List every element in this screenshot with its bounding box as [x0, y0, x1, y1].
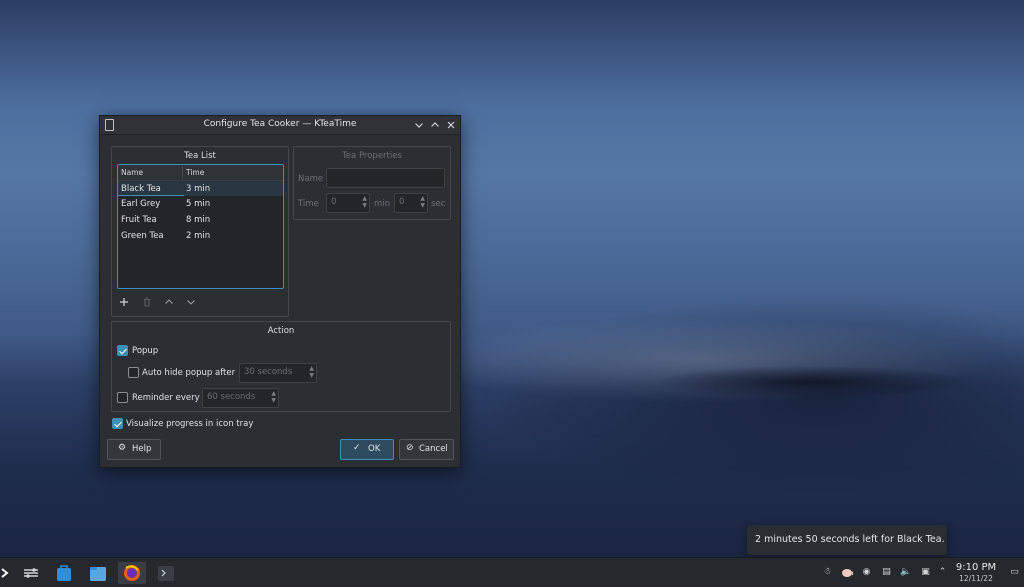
reminder-label[interactable]: Reminder every — [132, 393, 200, 403]
clock-date[interactable]: 12/11/22 — [952, 574, 1000, 583]
show-desktop-icon[interactable]: ▭ — [1009, 567, 1020, 578]
tea-list[interactable]: Name Time Black Tea 3 min Earl Grey 5 mi… — [117, 164, 284, 289]
list-item[interactable]: Earl Grey 5 min — [118, 196, 283, 211]
tray-expand-icon[interactable]: ⌃ — [937, 567, 948, 578]
seconds-value: 0 — [399, 197, 405, 207]
tea-time: 3 min — [186, 184, 211, 194]
spin-arrows-icon[interactable]: ▲ ▼ — [420, 195, 425, 209]
reminder-spinbox[interactable]: 60 seconds ▲ ▼ — [202, 388, 279, 408]
cancel-button[interactable]: ⊘ Cancel — [399, 439, 454, 460]
spin-arrows-icon[interactable]: ▲ ▼ — [309, 365, 314, 379]
chevron-down-icon — [415, 123, 423, 128]
popup-checkbox[interactable] — [117, 345, 128, 356]
notification-popup[interactable]: 2 minutes 50 seconds left for Black Tea. — [747, 525, 947, 555]
tea-time: 8 min — [186, 215, 211, 225]
network-icon[interactable]: ▣ — [920, 567, 931, 578]
name-label: Name — [298, 174, 324, 184]
chevron-up-icon — [165, 299, 173, 304]
title-bar[interactable]: Configure Tea Cooker — KTeaTime — [100, 116, 460, 135]
minutes-value: 0 — [331, 197, 337, 207]
spin-arrows-icon[interactable]: ▲ ▼ — [271, 390, 276, 404]
visualize-progress-checkbox[interactable] — [112, 418, 123, 429]
column-header-name[interactable]: Name — [121, 168, 143, 177]
tea-name: Earl Grey — [121, 199, 161, 209]
checkmark-icon: ✓ — [353, 443, 361, 453]
ktea-tray-icon[interactable] — [841, 567, 854, 578]
auto-hide-label[interactable]: Auto hide popup after — [142, 368, 235, 378]
system-settings-icon[interactable] — [20, 562, 42, 584]
clipboard-icon[interactable]: ◉ — [861, 567, 872, 578]
firefox-icon[interactable] — [118, 562, 146, 584]
tea-time: 5 min — [186, 199, 211, 209]
help-button[interactable]: ⚙ Help — [107, 439, 161, 460]
visualize-progress-label[interactable]: Visualize progress in icon tray — [126, 419, 253, 429]
list-item[interactable]: Green Tea 2 min — [118, 228, 283, 243]
cancel-label: Cancel — [419, 444, 448, 454]
tea-name: Black Tea — [121, 184, 161, 194]
action-title: Action — [267, 326, 295, 336]
ok-button[interactable]: ✓ OK — [340, 439, 394, 460]
add-tea-button[interactable] — [117, 295, 131, 309]
auto-hide-checkbox[interactable] — [128, 367, 139, 378]
trash-icon — [144, 297, 150, 307]
help-icon: ⚙ — [118, 443, 127, 453]
move-up-button[interactable] — [162, 295, 176, 309]
cancel-icon: ⊘ — [406, 443, 414, 453]
taskbar: ☃ ◉ ▤ 🔈 ▣ ⌃ 9:10 PM 12/11/22 ▭ — [0, 557, 1024, 587]
help-label: Help — [132, 444, 152, 454]
tea-time: 2 min — [186, 231, 211, 241]
spin-arrows-icon[interactable]: ▲ ▼ — [362, 195, 367, 209]
close-icon — [447, 121, 455, 129]
volume-icon[interactable]: 🔈 — [900, 567, 911, 578]
list-item[interactable]: Black Tea 3 min — [118, 181, 283, 196]
reminder-checkbox[interactable] — [117, 392, 128, 403]
chevron-up-icon — [431, 122, 439, 127]
app-launcher-icon[interactable] — [0, 562, 10, 584]
maximize-button[interactable] — [428, 118, 442, 132]
notification-text: 2 minutes 50 seconds left for Black Tea. — [755, 534, 945, 545]
window-title: Configure Tea Cooker — KTeaTime — [203, 119, 357, 129]
tea-properties-group: Tea Properties Name Time 0 ▲ ▼ min 0 ▲ ▼ s… — [293, 146, 451, 220]
tea-list-title: Tea List — [184, 151, 216, 161]
move-down-button[interactable] — [184, 295, 198, 309]
terminal-icon[interactable] — [155, 562, 177, 584]
time-label: Time — [298, 199, 319, 209]
sec-unit-label: sec — [431, 199, 446, 209]
auto-hide-value: 30 seconds — [244, 367, 293, 377]
minimize-button[interactable] — [412, 118, 426, 132]
tea-name: Green Tea — [121, 231, 164, 241]
configure-dialog: Configure Tea Cooker — KTeaTime Tea List… — [99, 115, 461, 468]
discover-store-icon[interactable] — [53, 562, 75, 584]
battery-icon[interactable]: ▤ — [881, 567, 892, 578]
minutes-spinbox[interactable]: 0 ▲ ▼ — [326, 193, 370, 213]
tea-list-group: Tea List Name Time Black Tea 3 min Earl … — [111, 146, 289, 317]
column-header-time[interactable]: Time — [186, 168, 204, 177]
column-divider[interactable] — [182, 166, 183, 179]
list-header: Name Time — [118, 165, 283, 181]
auto-hide-spinbox[interactable]: 30 seconds ▲ ▼ — [239, 363, 317, 383]
plus-icon — [120, 298, 128, 306]
clock-time[interactable]: 9:10 PM — [952, 562, 1000, 573]
ok-label: OK — [368, 444, 381, 454]
tea-name: Fruit Tea — [121, 215, 157, 225]
notifications-icon[interactable]: ☃ — [822, 567, 833, 578]
action-group: Action Popup Auto hide popup after 30 se… — [111, 321, 451, 412]
tea-name-field[interactable] — [326, 168, 445, 188]
delete-tea-button[interactable] — [140, 295, 154, 309]
min-unit-label: min — [374, 199, 391, 209]
wallpaper-treeline — [600, 360, 1024, 404]
popup-label[interactable]: Popup — [132, 346, 158, 356]
close-button[interactable] — [444, 118, 458, 132]
file-manager-icon[interactable] — [87, 562, 109, 584]
seconds-spinbox[interactable]: 0 ▲ ▼ — [394, 193, 428, 213]
list-item[interactable]: Fruit Tea 8 min — [118, 212, 283, 227]
chevron-down-icon — [187, 300, 195, 305]
reminder-value: 60 seconds — [207, 392, 256, 402]
tea-properties-title: Tea Properties — [342, 151, 402, 161]
